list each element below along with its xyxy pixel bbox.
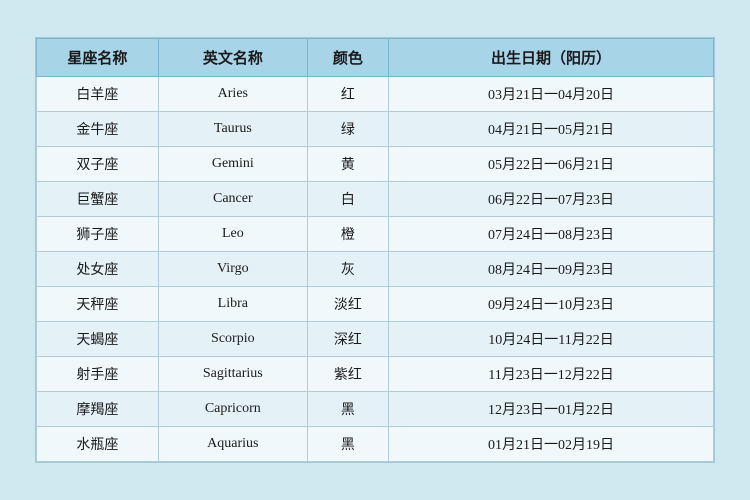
header-color: 颜色 <box>307 39 388 77</box>
cell-english: Capricorn <box>158 392 307 427</box>
cell-english: Aries <box>158 77 307 112</box>
cell-date: 03月21日一04月20日 <box>389 77 714 112</box>
cell-english: Gemini <box>158 147 307 182</box>
cell-english: Taurus <box>158 112 307 147</box>
cell-color: 淡红 <box>307 287 388 322</box>
cell-date: 11月23日一12月22日 <box>389 357 714 392</box>
table-row: 处女座Virgo灰08月24日一09月23日 <box>37 252 714 287</box>
table-row: 巨蟹座Cancer白06月22日一07月23日 <box>37 182 714 217</box>
cell-chinese: 巨蟹座 <box>37 182 159 217</box>
cell-chinese: 天蝎座 <box>37 322 159 357</box>
cell-color: 深红 <box>307 322 388 357</box>
cell-english: Aquarius <box>158 427 307 462</box>
cell-chinese: 双子座 <box>37 147 159 182</box>
table-row: 天秤座Libra淡红09月24日一10月23日 <box>37 287 714 322</box>
cell-date: 09月24日一10月23日 <box>389 287 714 322</box>
cell-color: 橙 <box>307 217 388 252</box>
table-row: 双子座Gemini黄05月22日一06月21日 <box>37 147 714 182</box>
cell-color: 白 <box>307 182 388 217</box>
cell-chinese: 天秤座 <box>37 287 159 322</box>
header-chinese: 星座名称 <box>37 39 159 77</box>
table-row: 白羊座Aries红03月21日一04月20日 <box>37 77 714 112</box>
cell-date: 05月22日一06月21日 <box>389 147 714 182</box>
zodiac-table: 星座名称 英文名称 颜色 出生日期（阳历） 白羊座Aries红03月21日一04… <box>36 38 714 462</box>
cell-date: 04月21日一05月21日 <box>389 112 714 147</box>
cell-english: Libra <box>158 287 307 322</box>
cell-chinese: 金牛座 <box>37 112 159 147</box>
cell-chinese: 水瓶座 <box>37 427 159 462</box>
table-row: 射手座Sagittarius紫红11月23日一12月22日 <box>37 357 714 392</box>
cell-date: 10月24日一11月22日 <box>389 322 714 357</box>
table-header-row: 星座名称 英文名称 颜色 出生日期（阳历） <box>37 39 714 77</box>
cell-color: 灰 <box>307 252 388 287</box>
cell-chinese: 处女座 <box>37 252 159 287</box>
cell-date: 08月24日一09月23日 <box>389 252 714 287</box>
cell-date: 01月21日一02月19日 <box>389 427 714 462</box>
table-row: 水瓶座Aquarius黑01月21日一02月19日 <box>37 427 714 462</box>
table-row: 狮子座Leo橙07月24日一08月23日 <box>37 217 714 252</box>
cell-date: 12月23日一01月22日 <box>389 392 714 427</box>
cell-chinese: 狮子座 <box>37 217 159 252</box>
cell-chinese: 射手座 <box>37 357 159 392</box>
zodiac-table-container: 星座名称 英文名称 颜色 出生日期（阳历） 白羊座Aries红03月21日一04… <box>35 37 715 463</box>
cell-color: 黑 <box>307 427 388 462</box>
cell-english: Cancer <box>158 182 307 217</box>
cell-color: 红 <box>307 77 388 112</box>
cell-chinese: 白羊座 <box>37 77 159 112</box>
cell-color: 绿 <box>307 112 388 147</box>
cell-english: Scorpio <box>158 322 307 357</box>
cell-date: 06月22日一07月23日 <box>389 182 714 217</box>
table-row: 天蝎座Scorpio深红10月24日一11月22日 <box>37 322 714 357</box>
cell-english: Virgo <box>158 252 307 287</box>
header-date: 出生日期（阳历） <box>389 39 714 77</box>
cell-color: 黄 <box>307 147 388 182</box>
cell-color: 黑 <box>307 392 388 427</box>
cell-color: 紫红 <box>307 357 388 392</box>
cell-date: 07月24日一08月23日 <box>389 217 714 252</box>
cell-english: Leo <box>158 217 307 252</box>
table-row: 摩羯座Capricorn黑12月23日一01月22日 <box>37 392 714 427</box>
cell-english: Sagittarius <box>158 357 307 392</box>
table-row: 金牛座Taurus绿04月21日一05月21日 <box>37 112 714 147</box>
header-english: 英文名称 <box>158 39 307 77</box>
cell-chinese: 摩羯座 <box>37 392 159 427</box>
